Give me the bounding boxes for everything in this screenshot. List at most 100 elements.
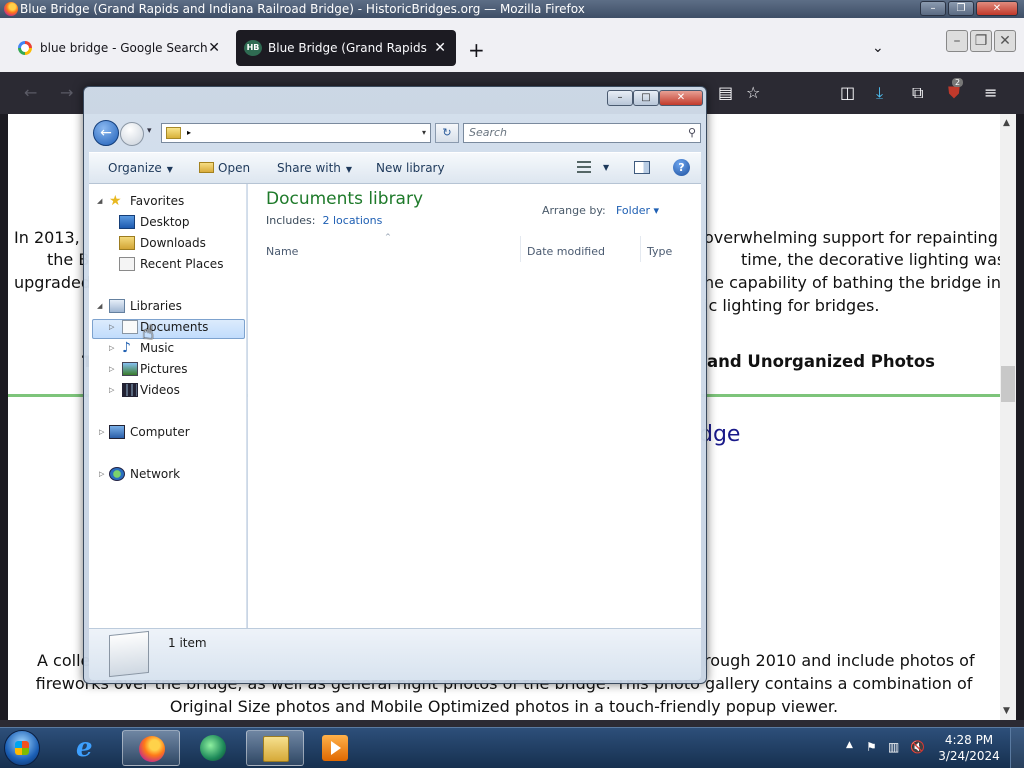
tab-google-search[interactable]: blue bridge - Google Search ✕ — [8, 30, 230, 66]
bookmark-star-icon[interactable]: ☆ — [746, 82, 760, 104]
action-center-flag-icon[interactable]: ⚑ — [866, 740, 877, 754]
open-button[interactable]: Open — [199, 153, 250, 183]
address-bar[interactable]: ▸ ▾ — [161, 123, 431, 143]
maximize-button[interactable]: ❐ — [948, 1, 974, 16]
list-all-tabs-button[interactable]: ⌄ — [872, 40, 884, 56]
search-input[interactable]: Search ⚲ — [463, 123, 701, 143]
tab-blue-bridge[interactable]: HB Blue Bridge (Grand Rapids and Indiana… — [236, 30, 456, 66]
documents-library-icon — [109, 630, 149, 678]
downloads-folder-icon — [119, 236, 135, 250]
taskbar-firefox[interactable] — [122, 730, 180, 766]
help-icon[interactable]: ? — [673, 159, 690, 176]
expand-arrow-icon[interactable]: ▷ — [109, 317, 114, 337]
tab-close-icon[interactable]: ✕ — [434, 30, 446, 66]
breadcrumb-chevron-icon[interactable]: ▸ — [187, 124, 191, 142]
volume-muted-icon[interactable]: 🔇 — [910, 740, 925, 754]
documents-icon — [122, 320, 138, 334]
extensions-icon[interactable]: ⧉ — [912, 82, 923, 104]
scroll-down-arrow-icon[interactable]: ▼ — [1003, 706, 1010, 716]
internet-explorer-icon: e — [76, 733, 93, 763]
section-subheading: and Unorganized Photos — [707, 352, 935, 371]
taskbar-media-player[interactable] — [306, 730, 364, 766]
app-menu-icon[interactable]: ≡ — [984, 82, 997, 104]
command-bar: Organize ▼ Open Share with ▼ New library ▼… — [89, 152, 701, 184]
desktop-icon — [119, 215, 135, 229]
share-with-button[interactable]: Share with ▼ — [277, 153, 352, 185]
page-text: upgraded — [14, 273, 91, 292]
forward-button[interactable]: → — [60, 82, 73, 104]
reader-view-icon[interactable]: ▤ — [718, 82, 733, 104]
restore-button[interactable]: ❐ — [970, 30, 992, 52]
show-hidden-icons-icon[interactable]: ▲ — [846, 740, 853, 750]
tab-bar: blue bridge - Google Search ✕ HB Blue Br… — [0, 18, 1024, 72]
scrollbar-thumb[interactable] — [1001, 366, 1015, 402]
taskbar-app[interactable] — [184, 730, 242, 766]
recent-places-icon — [119, 257, 135, 271]
refresh-button[interactable]: ↻ — [435, 123, 459, 143]
explorer-minimize-button[interactable]: – — [607, 90, 633, 106]
close-button[interactable]: ✕ — [976, 1, 1018, 16]
recent-pages-dropdown[interactable]: ▾ — [147, 126, 152, 136]
downloads-icon[interactable]: ⤓ — [876, 82, 883, 104]
firefox-icon — [4, 2, 18, 16]
start-button[interactable] — [4, 730, 40, 766]
explorer-back-button[interactable]: ← — [93, 120, 119, 146]
explorer-maximize-button[interactable]: □ — [633, 90, 659, 106]
system-tray: ▲ ⚑ ▥ 🔇 — [842, 728, 932, 768]
search-icon[interactable]: ⚲ — [688, 124, 696, 142]
network-status-icon[interactable]: ▥ — [888, 740, 899, 754]
scroll-up-arrow-icon[interactable]: ▲ — [1003, 118, 1010, 128]
column-divider[interactable] — [640, 236, 641, 262]
organize-button[interactable]: Organize ▼ — [108, 153, 173, 185]
tab-label: Blue Bridge (Grand Rapids and Indiana Ra… — [268, 41, 428, 55]
details-pane: 1 item — [89, 628, 701, 680]
address-dropdown-icon[interactable]: ▾ — [422, 124, 426, 142]
view-options-arrow-icon[interactable]: ▼ — [603, 153, 609, 183]
music-icon: ♪ — [122, 340, 131, 356]
preview-pane-icon[interactable] — [634, 161, 650, 174]
minimize-button[interactable]: – — [946, 30, 968, 52]
page-text: In 2013, — [14, 228, 80, 247]
show-desktop-button[interactable] — [1010, 728, 1024, 768]
expand-arrow-icon[interactable]: ▷ — [109, 359, 114, 379]
taskbar-windows-explorer[interactable] — [246, 730, 304, 766]
arrange-by-dropdown[interactable]: Folder ▾ — [616, 204, 659, 217]
page-scrollbar[interactable]: ▲ ▼ — [1000, 114, 1016, 720]
file-list-pane[interactable]: Documents library Includes: 2 locations … — [248, 184, 701, 628]
minimize-button[interactable]: – — [920, 1, 946, 16]
expand-arrow-icon[interactable]: ▷ — [109, 338, 114, 358]
page-bottom-edge — [0, 720, 1024, 727]
expand-arrow-icon[interactable]: ▷ — [99, 464, 104, 484]
new-tab-button[interactable]: + — [468, 38, 485, 62]
close-button[interactable]: ✕ — [994, 30, 1016, 52]
open-folder-icon — [199, 162, 214, 173]
column-divider[interactable] — [520, 236, 521, 262]
pocket-icon[interactable]: ◫ — [840, 82, 855, 104]
change-view-icon[interactable] — [577, 161, 591, 173]
explorer-window: – □ ✕ ← ▾ ▸ ▾ ↻ Search ⚲ Organize ▼ Open … — [83, 86, 707, 684]
expand-arrow-icon[interactable]: ▷ — [109, 380, 114, 400]
tab-close-icon[interactable]: ✕ — [208, 30, 220, 66]
explorer-forward-button[interactable] — [120, 122, 144, 146]
new-library-button[interactable]: New library — [376, 153, 445, 183]
tab-label: blue bridge - Google Search — [40, 41, 208, 55]
clock-time: 4:28 PM — [944, 733, 994, 747]
libraries-icon — [109, 299, 125, 313]
column-header-name[interactable]: Name — [266, 245, 298, 259]
page-text: rough 2010 and include photos of — [704, 651, 975, 670]
expand-arrow-icon[interactable]: ▷ — [99, 422, 104, 442]
explorer-close-button[interactable]: ✕ — [659, 90, 703, 106]
collapse-arrow-icon[interactable]: ◢ — [97, 191, 102, 211]
back-button[interactable]: ← — [24, 82, 37, 104]
column-header-date-modified[interactable]: Date modified — [527, 245, 605, 259]
firefox-icon — [139, 736, 165, 762]
library-title: Documents library — [266, 189, 424, 209]
clock[interactable]: 4:28 PM 3/24/2024 — [932, 732, 1006, 764]
page-text: time, the decorative lighting was — [741, 250, 1000, 269]
page-text: he capability of bathing the bridge in — [704, 273, 1000, 292]
item-count: 1 item — [168, 636, 207, 650]
locations-link[interactable]: 2 locations — [322, 214, 382, 227]
taskbar-internet-explorer[interactable]: e — [60, 730, 118, 766]
column-header-type[interactable]: Type — [647, 245, 672, 259]
collapse-arrow-icon[interactable]: ◢ — [97, 296, 102, 316]
